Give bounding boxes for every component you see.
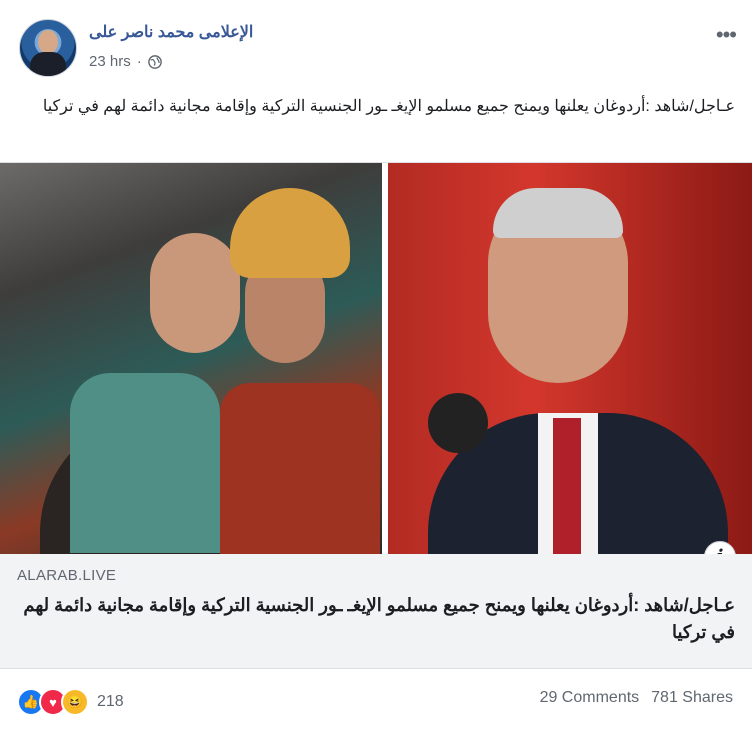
post-meta: 23 hrs · (89, 53, 162, 70)
image-right-speaker (388, 163, 752, 555)
avatar-body (30, 52, 66, 76)
globe-icon[interactable] (147, 54, 162, 69)
tie-shape (553, 418, 581, 555)
image-left-crying-women (0, 163, 382, 555)
hair-shape (493, 188, 623, 238)
avatar[interactable] (19, 19, 77, 77)
post-header: الإعلامى محمد ناصر على 23 hrs · ••• (0, 0, 752, 90)
engagement-stats: 29 Comments 781 Shares (540, 689, 733, 707)
shares-count[interactable]: 781 Shares (651, 689, 733, 707)
post-caption: عـاجل/شاهد :أردوغان يعلنها ويمنح جميع مس… (42, 98, 735, 115)
reaction-count: 218 (97, 693, 124, 710)
meta-separator: · (136, 53, 142, 70)
reaction-summary[interactable]: 👍 ♥ 😆 218 (17, 688, 124, 716)
avatar-face (38, 30, 58, 54)
more-options-icon[interactable]: ••• (716, 22, 737, 48)
teal-scarf-shape (70, 373, 220, 553)
post-footer: 👍 ♥ 😆 218 29 Comments 781 Shares (0, 670, 752, 734)
author-name[interactable]: الإعلامى محمد ناصر على (89, 22, 253, 42)
link-title[interactable]: عـاجل/شاهد :أردوغان يعلنها ويمنح جميع مس… (15, 592, 735, 646)
link-domain: ALARAB.LIVE (17, 567, 117, 584)
haha-icon: 😆 (61, 688, 89, 716)
microphone-shape (428, 393, 488, 453)
red-garment-shape (220, 383, 380, 555)
comments-count[interactable]: 29 Comments (540, 689, 640, 707)
woman-face-shape (150, 233, 240, 353)
link-preview[interactable]: ALARAB.LIVE عـاجل/شاهد :أردوغان يعلنها و… (0, 554, 752, 669)
orange-scarf-shape (230, 188, 350, 278)
facebook-post: الإعلامى محمد ناصر على 23 hrs · ••• عـاج… (0, 0, 752, 734)
post-time[interactable]: 23 hrs (89, 53, 131, 70)
link-image[interactable]: i (0, 162, 752, 573)
